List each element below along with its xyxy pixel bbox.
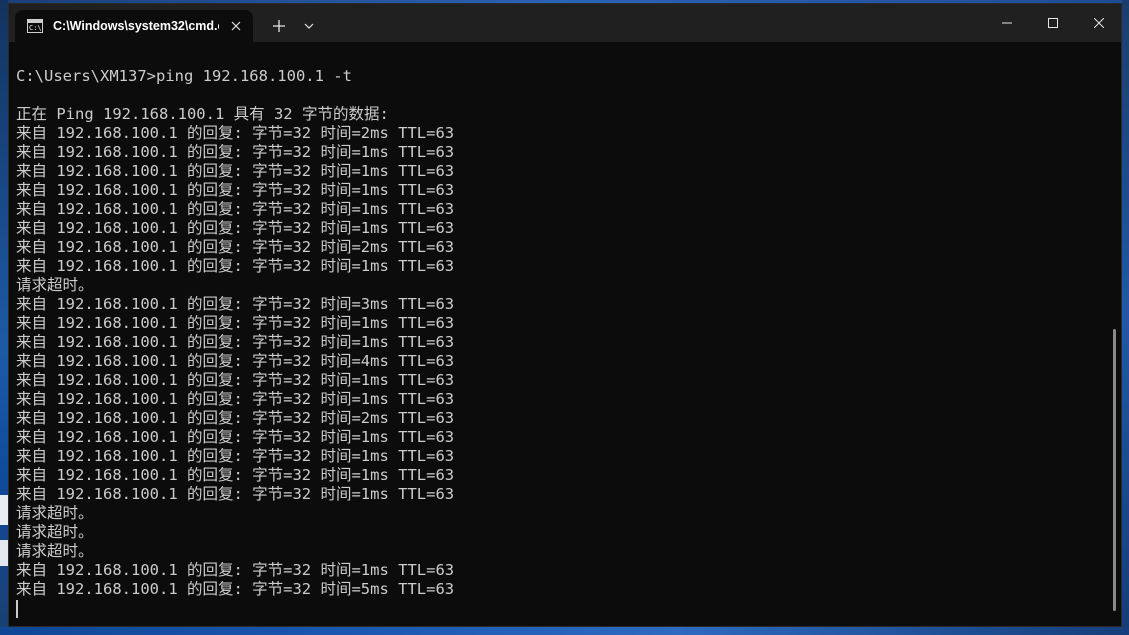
scrollbar-thumb[interactable] — [1113, 329, 1116, 611]
cmd-icon: C:\ — [27, 19, 43, 33]
console-output[interactable]: C:\Users\XM137>ping 192.168.100.1 -t 正在 … — [9, 42, 1113, 626]
output-line: 来自 192.168.100.1 的回复: 字节=32 时间=2ms TTL=6… — [16, 238, 455, 256]
output-line: 来自 192.168.100.1 的回复: 字节=32 时间=1ms TTL=6… — [16, 390, 455, 408]
output-line: 来自 192.168.100.1 的回复: 字节=32 时间=1ms TTL=6… — [16, 428, 455, 446]
cmd-icon-label: C:\ — [29, 24, 42, 32]
close-window-button[interactable] — [1076, 4, 1122, 42]
close-icon — [231, 21, 241, 31]
background-window-edge — [0, 540, 8, 566]
output-line: 来自 192.168.100.1 的回复: 字节=32 时间=2ms TTL=6… — [16, 124, 455, 142]
output-line: 来自 192.168.100.1 的回复: 字节=32 时间=1ms TTL=6… — [16, 561, 455, 579]
tab-close-button[interactable] — [227, 17, 245, 35]
output-line: 请求超时。 — [16, 523, 94, 541]
output-line: 来自 192.168.100.1 的回复: 字节=32 时间=1ms TTL=6… — [16, 257, 455, 275]
output-line: 来自 192.168.100.1 的回复: 字节=32 时间=1ms TTL=6… — [16, 314, 455, 332]
ping-header-line: 正在 Ping 192.168.100.1 具有 32 字节的数据: — [16, 105, 389, 123]
terminal-window[interactable]: C:\ C:\Windows\system32\cmd.exe — [8, 3, 1122, 627]
output-line: 来自 192.168.100.1 的回复: 字节=32 时间=1ms TTL=6… — [16, 466, 455, 484]
output-line: 请求超时。 — [16, 276, 94, 294]
output-line: 来自 192.168.100.1 的回复: 字节=32 时间=1ms TTL=6… — [16, 447, 455, 465]
output-line: 请求超时。 — [16, 504, 94, 522]
close-icon — [1094, 18, 1104, 28]
output-line: 来自 192.168.100.1 的回复: 字节=32 时间=1ms TTL=6… — [16, 143, 455, 161]
output-line: 来自 192.168.100.1 的回复: 字节=32 时间=1ms TTL=6… — [16, 200, 455, 218]
background-window-edge — [0, 495, 8, 525]
tab-cmd[interactable]: C:\ C:\Windows\system32\cmd.exe — [15, 10, 253, 42]
output-line: 来自 192.168.100.1 的回复: 字节=32 时间=1ms TTL=6… — [16, 162, 455, 180]
tab-title: C:\Windows\system32\cmd.exe — [53, 19, 219, 33]
maximize-button[interactable] — [1030, 4, 1076, 42]
minimize-button[interactable] — [984, 4, 1030, 42]
new-tab-button[interactable] — [267, 14, 291, 38]
output-line: 来自 192.168.100.1 的回复: 字节=32 时间=1ms TTL=6… — [16, 333, 455, 351]
minimize-icon — [1002, 22, 1012, 24]
desktop-background-bottom — [0, 627, 1129, 635]
output-line: 请求超时。 — [16, 542, 94, 560]
chevron-down-icon — [304, 23, 314, 29]
text-cursor — [16, 600, 18, 618]
plus-icon — [273, 20, 285, 32]
output-line: 来自 192.168.100.1 的回复: 字节=32 时间=2ms TTL=6… — [16, 409, 455, 427]
prompt-line: C:\Users\XM137>ping 192.168.100.1 -t — [16, 67, 352, 85]
output-line: 来自 192.168.100.1 的回复: 字节=32 时间=3ms TTL=6… — [16, 295, 455, 313]
tab-dropdown-button[interactable] — [299, 14, 319, 38]
output-line: 来自 192.168.100.1 的回复: 字节=32 时间=1ms TTL=6… — [16, 181, 455, 199]
desktop-background-right — [1122, 0, 1129, 635]
title-bar[interactable]: C:\ C:\Windows\system32\cmd.exe — [9, 4, 1121, 42]
output-line: 来自 192.168.100.1 的回复: 字节=32 时间=1ms TTL=6… — [16, 485, 455, 503]
output-line: 来自 192.168.100.1 的回复: 字节=32 时间=5ms TTL=6… — [16, 580, 455, 598]
maximize-icon — [1048, 18, 1058, 28]
output-line: 来自 192.168.100.1 的回复: 字节=32 时间=4ms TTL=6… — [16, 352, 455, 370]
output-line: 来自 192.168.100.1 的回复: 字节=32 时间=1ms TTL=6… — [16, 371, 455, 389]
output-line: 来自 192.168.100.1 的回复: 字节=32 时间=1ms TTL=6… — [16, 219, 455, 237]
